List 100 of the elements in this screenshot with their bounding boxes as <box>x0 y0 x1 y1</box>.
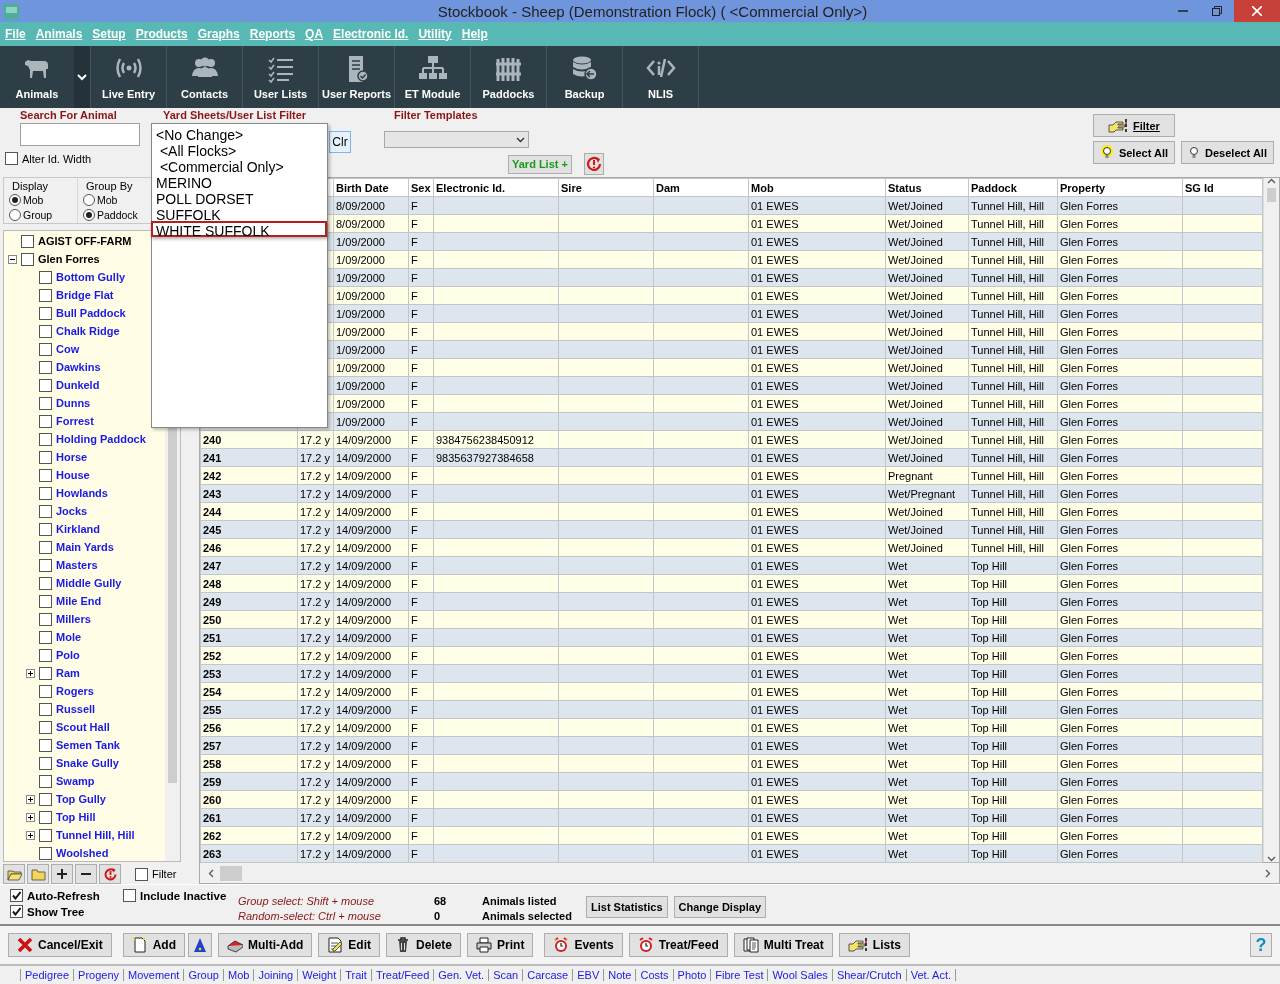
tree-item[interactable]: Bridge Flat <box>56 289 114 301</box>
checkbox[interactable] <box>123 889 136 902</box>
tree-checkbox[interactable] <box>39 738 52 752</box>
tab-link[interactable]: Gen. Vet. <box>433 969 489 981</box>
action-button[interactable]: Print <box>467 933 534 957</box>
tree-item[interactable]: Tunnel Hill, Hill <box>56 829 135 841</box>
radio-button[interactable] <box>83 208 95 221</box>
action-button[interactable]: Treat/Feed <box>628 933 728 957</box>
tree-item[interactable]: Horse <box>56 451 88 463</box>
tree-checkbox[interactable] <box>39 720 52 734</box>
action-button[interactable]: List Statistics <box>586 896 668 918</box>
checkbox[interactable] <box>10 889 23 902</box>
tree-checkbox[interactable] <box>21 234 34 248</box>
tab-link[interactable]: Fibre Test <box>710 969 768 981</box>
expand-toggle[interactable] <box>26 668 35 678</box>
tree-checkbox[interactable] <box>39 612 52 626</box>
tree-item[interactable]: Masters <box>56 559 98 571</box>
scrollbar[interactable] <box>199 863 1280 884</box>
tab-link[interactable]: Pedigree <box>20 969 74 981</box>
action-button[interactable]: Add <box>122 933 186 957</box>
tree-checkbox[interactable] <box>39 324 52 338</box>
tab-link[interactable]: Shear/Crutch <box>831 969 906 981</box>
column-header[interactable]: Sire <box>558 178 654 197</box>
tab-link[interactable]: Photo <box>672 969 711 981</box>
collapse-toggle[interactable] <box>8 254 17 264</box>
dropdown-option[interactable]: POLL DORSET <box>151 189 327 205</box>
tree-item[interactable]: Russell <box>56 703 96 715</box>
column-header[interactable]: Sex <box>408 178 434 197</box>
dropdown-button[interactable] <box>74 46 91 108</box>
tab-link[interactable]: EBV <box>572 969 604 981</box>
tree-item[interactable]: Forrest <box>56 415 94 427</box>
checkbox[interactable] <box>5 152 18 165</box>
tree-checkbox[interactable] <box>39 810 52 824</box>
tree-checkbox[interactable] <box>39 666 52 680</box>
tree-item[interactable]: Dunns <box>56 397 91 409</box>
tree-checkbox[interactable] <box>39 270 52 284</box>
tree-tool-button[interactable] <box>51 864 73 884</box>
tree-item[interactable]: AGIST OFF-FARM <box>38 235 132 247</box>
tab-link[interactable]: Mob <box>222 969 254 981</box>
column-header[interactable]: Electronic Id. <box>433 178 559 197</box>
action-button[interactable]: Cancel/Exit <box>8 933 112 957</box>
tree-checkbox[interactable] <box>39 756 52 770</box>
tree-checkbox[interactable] <box>39 576 52 590</box>
expand-toggle[interactable] <box>26 830 35 840</box>
dropdown-option[interactable]: SUFFOLK <box>151 205 327 221</box>
tab-link[interactable]: Treat/Feed <box>370 969 434 981</box>
tree-checkbox[interactable] <box>39 396 52 410</box>
tab-link[interactable]: Movement <box>123 969 184 981</box>
tree-checkbox[interactable] <box>39 450 52 464</box>
tree-tool-button[interactable] <box>75 864 97 884</box>
action-button[interactable]: Delete <box>386 933 462 957</box>
tab-link[interactable]: Weight <box>297 969 341 981</box>
tree-checkbox[interactable] <box>39 378 52 392</box>
tree-item[interactable]: Main Yards <box>56 541 114 553</box>
tree-item[interactable]: Millers <box>56 613 91 625</box>
tree-checkbox[interactable] <box>39 432 52 446</box>
refresh-button[interactable] <box>583 153 604 175</box>
tree-item[interactable]: Jocks <box>56 505 88 517</box>
action-button[interactable]: Events <box>544 933 623 957</box>
tab-link[interactable]: Scan <box>488 969 523 981</box>
tree-checkbox[interactable] <box>39 306 52 320</box>
radio-button[interactable] <box>83 193 95 206</box>
column-header[interactable]: Paddock <box>968 178 1058 197</box>
tree-item[interactable]: Mile End <box>56 595 102 607</box>
tree-checkbox[interactable] <box>39 684 52 698</box>
action-button[interactable]: Change Display <box>673 896 767 918</box>
tree-item[interactable]: Swamp <box>56 775 95 787</box>
filter-button[interactable]: Filter <box>1092 114 1175 137</box>
tab-link[interactable]: Group <box>183 969 223 981</box>
tree-item[interactable]: Howlands <box>56 487 108 499</box>
tree-item[interactable]: Ram <box>56 667 80 679</box>
tree-item[interactable]: Dunkeld <box>56 379 100 391</box>
expand-toggle[interactable] <box>26 812 35 822</box>
icon-button[interactable] <box>188 933 213 957</box>
column-header[interactable]: Property <box>1057 178 1183 197</box>
tree-checkbox[interactable] <box>39 702 52 716</box>
tree-checkbox[interactable] <box>39 828 52 842</box>
tab-link[interactable]: Carcase <box>522 969 573 981</box>
tree-item[interactable]: Rogers <box>56 685 94 697</box>
action-button[interactable]: Multi Treat <box>733 933 833 957</box>
tree-checkbox[interactable] <box>21 252 34 266</box>
tree-item[interactable]: Top Gully <box>56 793 106 805</box>
action-button[interactable]: Lists <box>838 933 910 957</box>
deselect-all-button[interactable]: Deselect All <box>1181 141 1274 164</box>
tree-item[interactable]: Snake Gully <box>56 757 119 769</box>
search-field[interactable] <box>20 123 140 146</box>
tab-link[interactable]: Vet. Act. <box>905 969 957 981</box>
tree-checkbox[interactable] <box>39 504 52 518</box>
tab-link[interactable]: Note <box>603 969 636 981</box>
column-header[interactable]: Mob <box>748 178 886 197</box>
tree-checkbox[interactable] <box>39 774 52 788</box>
tree-item[interactable]: Top Hill <box>56 811 96 823</box>
tree-checkbox[interactable] <box>39 360 52 374</box>
tree-checkbox[interactable] <box>39 558 52 572</box>
expand-toggle[interactable] <box>26 794 35 804</box>
column-header[interactable]: Status <box>885 178 969 197</box>
radio-button[interactable] <box>9 193 21 206</box>
toolbar-button[interactable]: User Reports <box>319 46 395 108</box>
tree-item[interactable]: Cow <box>56 343 80 355</box>
column-header[interactable]: Dam <box>653 178 749 197</box>
